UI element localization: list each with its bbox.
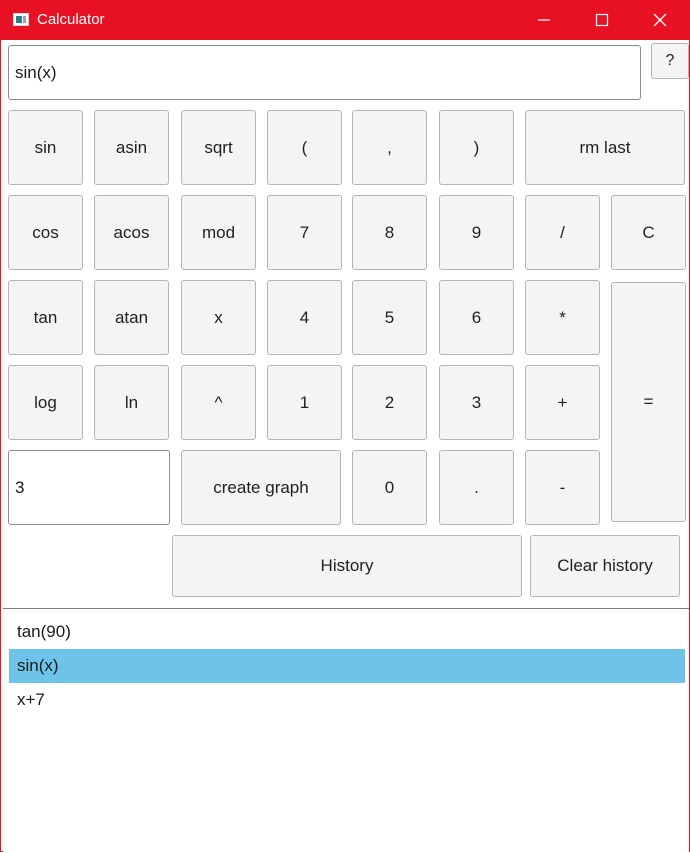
minus-button[interactable]: -	[525, 450, 600, 525]
calculator-app-icon	[13, 13, 29, 26]
tan-button[interactable]: tan	[8, 280, 83, 355]
clear-button[interactable]: C	[611, 195, 686, 270]
digit-8-button[interactable]: 8	[352, 195, 427, 270]
history-item[interactable]: tan(90)	[9, 615, 685, 649]
multiply-button[interactable]: *	[525, 280, 600, 355]
close-icon	[653, 13, 667, 27]
comma-button[interactable]: ,	[352, 110, 427, 185]
variable-x-button[interactable]: x	[181, 280, 256, 355]
digit-9-button[interactable]: 9	[439, 195, 514, 270]
expression-input[interactable]: sin(x)	[8, 45, 641, 100]
digit-4-button[interactable]: 4	[267, 280, 342, 355]
sqrt-button[interactable]: sqrt	[181, 110, 256, 185]
digit-0-button[interactable]: 0	[352, 450, 427, 525]
acos-button[interactable]: acos	[94, 195, 169, 270]
title-bar[interactable]: Calculator	[1, 0, 690, 40]
right-paren-button[interactable]: )	[439, 110, 514, 185]
history-item-selected[interactable]: sin(x)	[9, 649, 685, 683]
log-button[interactable]: log	[8, 365, 83, 440]
close-button[interactable]	[631, 0, 689, 40]
asin-button[interactable]: asin	[94, 110, 169, 185]
maximize-icon	[595, 13, 609, 27]
calculator-window: Calculator sin(x) ? sin asin sqrt ( , ) …	[0, 0, 690, 853]
window-title: Calculator	[37, 11, 105, 28]
left-paren-button[interactable]: (	[267, 110, 342, 185]
digit-5-button[interactable]: 5	[352, 280, 427, 355]
equals-button[interactable]: =	[611, 282, 686, 522]
clear-history-button[interactable]: Clear history	[530, 535, 680, 597]
digit-6-button[interactable]: 6	[439, 280, 514, 355]
digit-1-button[interactable]: 1	[267, 365, 342, 440]
history-button[interactable]: History	[172, 535, 522, 597]
history-item[interactable]: x+7	[9, 683, 685, 717]
remove-last-button[interactable]: rm last	[525, 110, 685, 185]
help-button[interactable]: ?	[651, 43, 689, 79]
sin-button[interactable]: sin	[8, 110, 83, 185]
atan-button[interactable]: atan	[94, 280, 169, 355]
maximize-button[interactable]	[573, 0, 631, 40]
cos-button[interactable]: cos	[8, 195, 83, 270]
mod-button[interactable]: mod	[181, 195, 256, 270]
decimal-point-button[interactable]: .	[439, 450, 514, 525]
divide-button[interactable]: /	[525, 195, 600, 270]
plus-button[interactable]: +	[525, 365, 600, 440]
power-button[interactable]: ^	[181, 365, 256, 440]
graph-range-input[interactable]: 3	[8, 450, 170, 525]
create-graph-button[interactable]: create graph	[181, 450, 341, 525]
digit-2-button[interactable]: 2	[352, 365, 427, 440]
minimize-button[interactable]	[515, 0, 573, 40]
minimize-icon	[538, 19, 550, 21]
digit-3-button[interactable]: 3	[439, 365, 514, 440]
digit-7-button[interactable]: 7	[267, 195, 342, 270]
history-list[interactable]: tan(90) sin(x) x+7	[3, 608, 689, 853]
ln-button[interactable]: ln	[94, 365, 169, 440]
